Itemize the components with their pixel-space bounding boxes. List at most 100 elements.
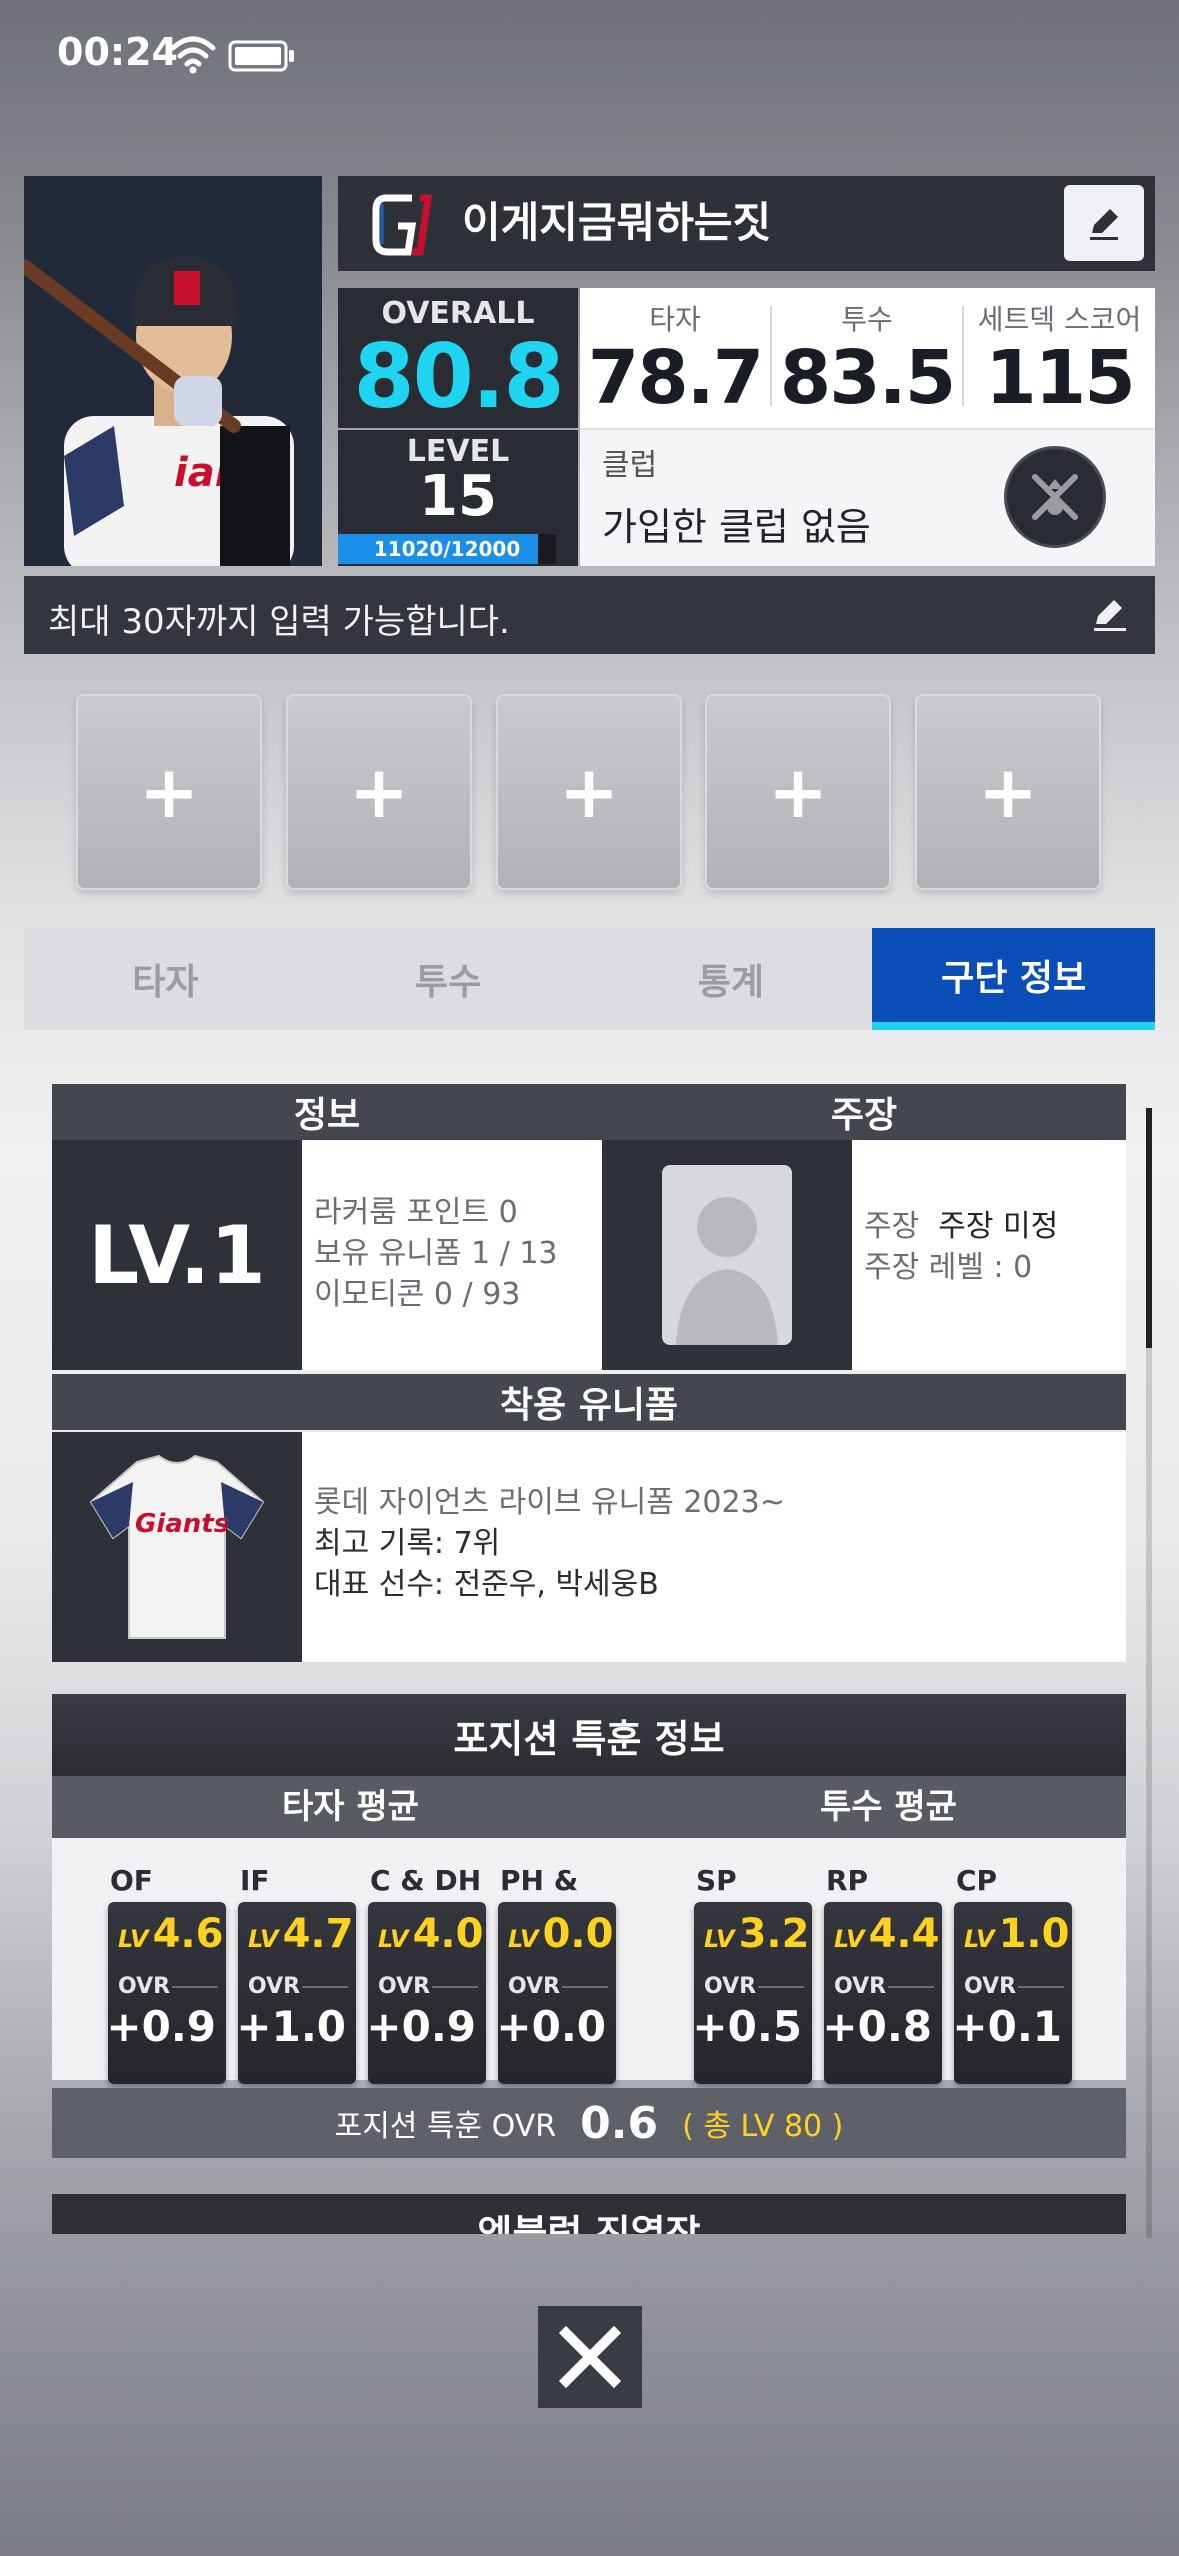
emblem-showcase-header: 엠블럼 진열장 (52, 2194, 1126, 2234)
svg-text:Giants: Giants (135, 1509, 229, 1539)
position-level: LV 4.4 (834, 1911, 940, 1957)
club-value: 가입한 클럽 없음 (602, 505, 871, 549)
ovr-value: +0.9 (106, 2002, 216, 2051)
position-card-body: LV 4.0 OVR +0.9 (366, 1902, 486, 2084)
uniform-info: 롯데 자이언츠 라이브 유니폼 2023~ 최고 기록: 7위 대표 선수: 전… (302, 1432, 1126, 1662)
exp-text: 11020/12000 (373, 537, 521, 561)
crossed-bats-icon (1032, 474, 1078, 520)
ovr-label: OVR (704, 1974, 757, 1999)
stat-label: 세트덱 스코어 (977, 303, 1142, 336)
club-emblem-button[interactable] (1004, 446, 1106, 548)
average-header: 타자 평균 투수 평균 (52, 1776, 1126, 1838)
person-silhouette-icon (662, 1165, 792, 1345)
position-card-body: LV 1.0 OVR +0.1 (952, 1902, 1072, 2084)
position-tag: IF (240, 1864, 270, 1897)
divider (302, 1986, 348, 1988)
captain-label: 주장 (864, 1209, 920, 1244)
ovr-value: +0.0 (496, 2002, 606, 2051)
captain-info: 주장 주장 미정 주장 레벨 : 0 (852, 1140, 1126, 1370)
tab-stats[interactable]: 통계 (590, 928, 873, 1030)
wifi-icon (170, 36, 216, 74)
ovr-value: +0.5 (692, 2002, 802, 2051)
stat-value: 115 (985, 335, 1135, 421)
ovr-value: +1.0 (236, 2002, 346, 2051)
tab-pitcher[interactable]: 투수 (307, 928, 590, 1030)
divider (1018, 1986, 1064, 1988)
pencil-icon (1090, 209, 1118, 240)
ovr-label: OVR (964, 1974, 1017, 1999)
emblem-slot-4[interactable]: + (705, 694, 891, 890)
close-button[interactable] (538, 2306, 642, 2408)
position-level: LV 4.0 (378, 1911, 484, 1957)
position-card-rp[interactable]: RP LV 4.4 OVR +0.8 (822, 1864, 942, 2084)
divider (758, 1986, 804, 1988)
ovr-label: OVR (378, 1974, 431, 1999)
plus-icon: + (767, 750, 829, 834)
ovr-label: OVR (508, 1974, 561, 1999)
captain-level: 주장 레벨 : 0 (864, 1250, 1033, 1285)
tab-team-info[interactable]: 구단 정보 (872, 928, 1155, 1030)
team-info-lines: 라커룸 포인트 0 보유 유니폼 1 / 13 이모티콘 0 / 93 (302, 1140, 602, 1370)
emblem-slot-5[interactable]: + (915, 694, 1101, 890)
captain-value: 주장 미정 (938, 1209, 1059, 1244)
stat-label: 타자 (649, 303, 701, 336)
status-time: 00:24 (57, 30, 178, 74)
ovr-value: +0.1 (952, 2002, 1062, 2051)
position-card-body: LV 4.6 OVR +0.9 (106, 1902, 226, 2084)
battery-icon (228, 40, 294, 72)
club-label: 클럽 (602, 448, 658, 483)
position-tag: OF (110, 1864, 153, 1897)
tab-bar: 타자 투수 통계 구단 정보 (24, 928, 1155, 1030)
uniform-image[interactable]: Giants (52, 1432, 302, 1662)
position-training-title: 포지션 특훈 정보 (52, 1694, 1126, 1776)
edit-nickname-button[interactable] (1064, 185, 1144, 261)
tab-batter[interactable]: 타자 (24, 928, 307, 1030)
divider (888, 1986, 934, 1988)
stat-pitcher: 투수 83.5 (772, 288, 962, 428)
team-logo-icon (372, 194, 433, 256)
best-record: 최고 기록: 7위 (314, 1526, 501, 1561)
pitcher-average-label: 투수 평균 (820, 1787, 957, 1827)
stats-box: 타자 78.7 투수 83.5 세트덱 스코어 115 (580, 288, 1155, 428)
position-card-of[interactable]: OF LV 4.6 OVR +0.9 (106, 1864, 226, 2084)
player-avatar[interactable]: iants (24, 176, 322, 566)
ovr-value: +0.9 (366, 2002, 476, 2051)
emblem-slot-1[interactable]: + (76, 694, 262, 890)
divider (172, 1986, 218, 1988)
position-card-body: LV 0.0 OVR +0.0 (496, 1902, 616, 2084)
position-card-if[interactable]: IF LV 4.7 OVR +1.0 (236, 1864, 356, 2084)
scrollbar-thumb[interactable] (1146, 1108, 1152, 1348)
position-level: LV 4.6 (118, 1911, 224, 1957)
position-level: LV 3.2 (704, 1911, 810, 1957)
uniform-name: 롯데 자이언츠 라이브 유니폼 2023~ (314, 1485, 785, 1520)
position-level: LV 0.0 (508, 1911, 614, 1957)
level-value: 15 (419, 464, 497, 529)
team-info-panel[interactable]: 정보 주장 LV.1 라커룸 포인트 0 보유 유니폼 1 / 13 이모티콘 … (52, 1084, 1126, 2234)
ovr-label: OVR (248, 1974, 301, 1999)
position-card-sp[interactable]: SP LV 3.2 OVR +0.5 (692, 1864, 812, 2084)
overall-value: 80.8 (353, 325, 564, 428)
position-card-c-dh[interactable]: C & DH LV 4.0 OVR +0.9 (366, 1864, 486, 2084)
plus-icon: + (348, 750, 410, 834)
plus-icon: + (558, 750, 620, 834)
stat-batter: 타자 78.7 (580, 288, 770, 428)
emblem-slot-3[interactable]: + (496, 694, 682, 890)
position-card-body: LV 4.7 OVR +1.0 (236, 1902, 356, 2084)
exp-progress-bar: 11020/12000 (338, 534, 556, 564)
ovr-label: OVR (834, 1974, 887, 1999)
position-card-cp[interactable]: CP LV 1.0 OVR +0.1 (952, 1864, 1072, 2084)
position-tag: C & DH (370, 1864, 482, 1897)
position-card-ph-pr[interactable]: PH & PR LV0.0 OVR +0.0 (496, 1864, 616, 2084)
info-header: 정보 (52, 1084, 602, 1140)
player-nickname: 이게지금뭐하는짓 (462, 198, 772, 247)
emblem-slot-2[interactable]: + (286, 694, 472, 890)
lockerroom-points: 라커룸 포인트 0 (314, 1195, 518, 1230)
pencil-icon[interactable] (1090, 594, 1130, 634)
plus-icon: + (977, 750, 1039, 834)
owned-uniforms: 보유 유니폼 1 / 13 (314, 1236, 558, 1271)
captain-portrait[interactable] (602, 1140, 852, 1370)
captain-header: 주장 (602, 1084, 1126, 1140)
stat-setdeck: 세트덱 스코어 115 (964, 288, 1155, 428)
uniform-header: 착용 유니폼 (52, 1374, 1126, 1430)
position-tag: CP (956, 1864, 998, 1897)
